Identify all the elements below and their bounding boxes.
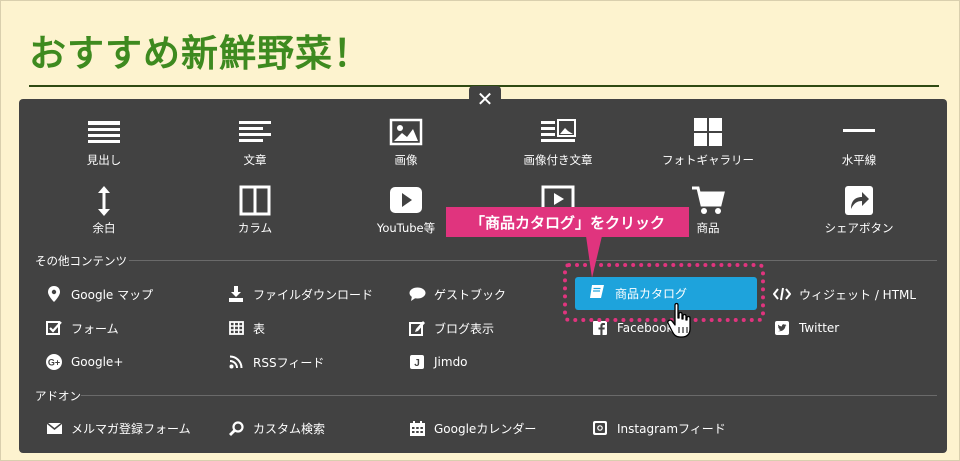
download-icon	[225, 283, 247, 305]
section-divider	[81, 395, 937, 396]
code-icon	[771, 283, 793, 305]
tile-label: 見出し	[86, 153, 122, 167]
item-jimdo[interactable]: J Jimdo	[406, 351, 468, 373]
tile-label: 水平線	[841, 153, 877, 167]
svg-text:G+: G+	[48, 358, 60, 368]
cart-icon	[692, 186, 725, 214]
instagram-icon	[589, 417, 611, 439]
tile-image-text[interactable]: 画像付き文章	[488, 117, 628, 177]
image-icon	[389, 118, 423, 146]
map-pin-icon	[43, 283, 65, 305]
tile-label: シェアボタン	[824, 221, 894, 235]
checkbox-icon	[43, 317, 65, 339]
text-icon	[239, 121, 271, 142]
tile-column[interactable]: カラム	[185, 185, 325, 245]
heading-icon	[88, 121, 120, 143]
item-label: ゲストブック	[434, 287, 507, 302]
section-label-addon: アドオン	[35, 389, 81, 403]
close-button[interactable]: ✕	[469, 86, 501, 112]
jimdo-icon: J	[406, 351, 428, 373]
callout-pointer	[586, 236, 602, 278]
tile-image[interactable]: 画像	[336, 117, 476, 177]
item-custom-search[interactable]: カスタム検索	[225, 417, 325, 439]
item-label: ウィジェット / HTML	[799, 287, 917, 302]
item-twitter[interactable]: Twitter	[771, 317, 839, 339]
item-instagram-feed[interactable]: Instagramフィード	[589, 417, 726, 439]
item-label: ブログ表示	[434, 321, 495, 336]
item-label: メルマガ登録フォーム	[71, 421, 191, 436]
instruction-callout: 「商品カタログ」をクリック	[446, 207, 689, 237]
tile-gallery[interactable]: フォトギャラリー	[638, 117, 778, 177]
image-text-icon	[541, 119, 576, 142]
item-google-map[interactable]: Google マップ	[43, 283, 153, 305]
item-table[interactable]: 表	[225, 317, 265, 339]
tile-label: フォトギャラリー	[662, 153, 754, 167]
googleplus-icon: G+	[43, 351, 65, 373]
item-label: Google マップ	[71, 287, 154, 302]
tile-share[interactable]: シェアボタン	[789, 185, 929, 245]
horizontal-line-icon	[843, 129, 875, 132]
item-widget-html[interactable]: ウィジェット / HTML	[771, 283, 916, 305]
tile-text[interactable]: 文章	[185, 117, 325, 177]
item-rss[interactable]: RSSフィード	[225, 351, 324, 373]
item-form[interactable]: フォーム	[43, 317, 119, 339]
tile-label: 余白	[92, 221, 116, 235]
table-icon	[225, 317, 247, 339]
section-divider	[129, 260, 937, 261]
tile-heading[interactable]: 見出し	[34, 117, 174, 177]
tile-label: 画像	[394, 153, 418, 167]
tile-label: 画像付き文章	[523, 153, 593, 167]
item-label: Jimdo	[434, 355, 468, 369]
twitter-icon	[771, 317, 793, 339]
item-guestbook[interactable]: ゲストブック	[406, 283, 506, 305]
section-label-other: その他コンテンツ	[35, 254, 127, 268]
item-label: RSSフィード	[253, 355, 325, 370]
search-icon	[225, 417, 247, 439]
speech-bubble-icon	[406, 283, 428, 305]
mail-icon	[43, 417, 65, 439]
item-label: Instagramフィード	[617, 421, 726, 436]
page-title: おすすめ新鮮野菜！	[29, 32, 371, 75]
rss-icon	[225, 351, 247, 373]
item-label: Twitter	[799, 321, 840, 335]
tile-horizontal-line[interactable]: 水平線	[789, 117, 929, 177]
item-label: Googleカレンダー	[434, 421, 537, 436]
item-google-calendar[interactable]: Googleカレンダー	[406, 417, 536, 439]
item-blog[interactable]: ブログ表示	[406, 317, 494, 339]
svg-text:J: J	[414, 358, 420, 369]
item-file-download[interactable]: ファイルダウンロード	[225, 283, 373, 305]
tile-label: カラム	[237, 221, 273, 235]
share-icon	[845, 186, 873, 215]
youtube-icon	[390, 187, 422, 213]
item-label: Google+	[71, 355, 124, 369]
tile-spacing[interactable]: 余白	[34, 185, 174, 245]
item-googleplus[interactable]: G+ Google+	[43, 351, 123, 373]
item-label: カスタム検索	[253, 421, 326, 436]
calendar-icon	[406, 417, 428, 439]
spacing-icon	[98, 186, 110, 216]
item-label: 表	[253, 321, 266, 336]
item-newsletter-form[interactable]: メルマガ登録フォーム	[43, 417, 191, 439]
edit-icon	[406, 317, 428, 339]
hand-cursor-icon	[667, 302, 691, 338]
gallery-icon	[694, 118, 722, 146]
column-icon	[239, 185, 271, 216]
item-label: ファイルダウンロード	[253, 287, 374, 302]
tile-label: 文章	[243, 153, 267, 167]
item-label: Facebook	[617, 321, 674, 335]
item-label: フォーム	[71, 321, 119, 336]
